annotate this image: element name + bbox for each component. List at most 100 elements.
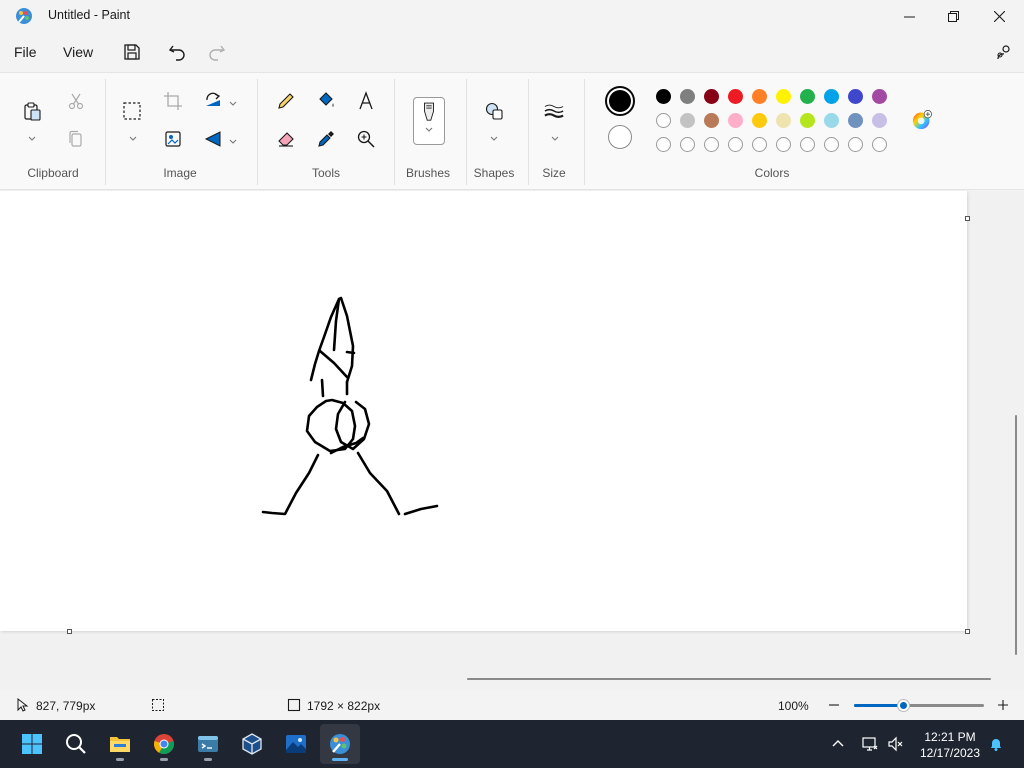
zoom-slider-thumb[interactable]: [898, 700, 910, 711]
primary-color-ring[interactable]: [605, 86, 635, 116]
color-swatch[interactable]: [752, 113, 767, 128]
color-swatch[interactable]: [680, 137, 695, 152]
color-swatch[interactable]: [704, 137, 719, 152]
color-swatch[interactable]: [728, 137, 743, 152]
color-swatch[interactable]: [848, 137, 863, 152]
zoom-slider[interactable]: [854, 700, 984, 711]
color-swatch[interactable]: [680, 113, 695, 128]
eraser-icon: [278, 132, 294, 147]
color-swatch[interactable]: [848, 113, 863, 128]
terminal-button[interactable]: [188, 724, 228, 764]
chrome-button[interactable]: [144, 724, 184, 764]
color-swatch[interactable]: [704, 89, 719, 104]
color-swatch[interactable]: [872, 113, 887, 128]
minimize-icon: [903, 16, 915, 17]
color-swatch[interactable]: [800, 89, 815, 104]
select-dropdown[interactable]: [128, 131, 138, 141]
drawing-canvas[interactable]: [0, 191, 967, 631]
show-hidden-icons-button[interactable]: [828, 734, 848, 754]
color-swatch[interactable]: [680, 89, 695, 104]
paint-taskbar-button[interactable]: [320, 724, 360, 764]
notifications-button[interactable]: [986, 734, 1006, 754]
shapes-dropdown[interactable]: [489, 131, 499, 141]
view-menu[interactable]: View: [59, 42, 97, 64]
vertical-scrollbar[interactable]: [1015, 415, 1017, 655]
color-picker-tool[interactable]: [312, 125, 340, 153]
network-button[interactable]: [860, 734, 880, 754]
ribbon-divider: [584, 79, 585, 185]
resize-button[interactable]: [159, 125, 187, 153]
fill-tool[interactable]: [312, 87, 340, 115]
eraser-tool[interactable]: [272, 125, 300, 153]
virtualbox-button[interactable]: [232, 724, 272, 764]
photos-button[interactable]: [276, 724, 316, 764]
color-swatch[interactable]: [824, 113, 839, 128]
text-tool[interactable]: [352, 87, 380, 115]
color-swatch[interactable]: [872, 89, 887, 104]
color-swatch[interactable]: [656, 137, 671, 152]
shapes-button[interactable]: [480, 97, 508, 125]
copy-button[interactable]: [62, 125, 90, 153]
canvas-resize-handle-bottom[interactable]: [67, 629, 72, 634]
undo-button[interactable]: [163, 40, 191, 64]
select-button[interactable]: [118, 97, 146, 125]
cut-button[interactable]: [62, 87, 90, 115]
horizontal-scrollbar[interactable]: [467, 678, 991, 680]
brushes-button[interactable]: [413, 97, 445, 145]
size-dropdown[interactable]: [550, 131, 560, 141]
chevron-down-icon: [425, 127, 433, 132]
pencil-tool[interactable]: [272, 87, 300, 115]
zoom-level[interactable]: 100%: [778, 699, 809, 713]
paste-dropdown[interactable]: [27, 131, 37, 141]
color-swatch[interactable]: [776, 89, 791, 104]
color-swatch[interactable]: [800, 113, 815, 128]
rotate-dropdown[interactable]: [228, 96, 238, 106]
zoom-out-button[interactable]: [827, 698, 841, 712]
color-swatch[interactable]: [824, 137, 839, 152]
color-swatch[interactable]: [704, 113, 719, 128]
color-swatch[interactable]: [656, 113, 671, 128]
file-explorer-button[interactable]: [100, 724, 140, 764]
color-swatch[interactable]: [656, 89, 671, 104]
save-icon: [124, 44, 140, 60]
edit-colors-button[interactable]: [908, 106, 936, 134]
volume-button[interactable]: [886, 734, 906, 754]
rotate-button[interactable]: [199, 87, 227, 115]
restore-button[interactable]: [930, 0, 976, 32]
start-button[interactable]: [12, 724, 52, 764]
color-swatch[interactable]: [824, 89, 839, 104]
chevron-down-icon: [490, 136, 498, 141]
color-swatch[interactable]: [776, 113, 791, 128]
canvas-resize-handle-corner[interactable]: [965, 629, 970, 634]
file-menu[interactable]: File: [10, 42, 41, 64]
minus-icon: [829, 704, 839, 706]
pencil-icon: [278, 93, 294, 109]
zoom-in-button[interactable]: [996, 698, 1010, 712]
system-clock[interactable]: 12:21 PM 12/17/2023: [914, 729, 986, 761]
save-button[interactable]: [118, 40, 146, 64]
color-swatch[interactable]: [752, 137, 767, 152]
size-button[interactable]: [540, 97, 568, 125]
crop-button[interactable]: [159, 87, 187, 115]
canvas-resize-handle-right[interactable]: [965, 216, 970, 221]
color-swatch[interactable]: [872, 137, 887, 152]
close-button[interactable]: [976, 0, 1022, 32]
color-swatch[interactable]: [776, 137, 791, 152]
color-swatch[interactable]: [752, 89, 767, 104]
color-swatch[interactable]: [800, 137, 815, 152]
secondary-color-swatch[interactable]: [608, 125, 632, 149]
redo-button[interactable]: [203, 40, 231, 64]
search-icon: [66, 734, 86, 754]
search-button[interactable]: [56, 724, 96, 764]
minimize-button[interactable]: [886, 0, 932, 32]
color-swatch[interactable]: [728, 89, 743, 104]
color-swatch[interactable]: [848, 89, 863, 104]
paste-button[interactable]: [18, 97, 46, 125]
color-swatch[interactable]: [728, 113, 743, 128]
undo-icon: [168, 45, 185, 61]
flip-button[interactable]: [199, 125, 227, 153]
brush-icon: [424, 102, 434, 121]
magnifier-tool[interactable]: [352, 125, 380, 153]
settings-button[interactable]: [990, 40, 1018, 64]
flip-dropdown[interactable]: [228, 134, 238, 144]
